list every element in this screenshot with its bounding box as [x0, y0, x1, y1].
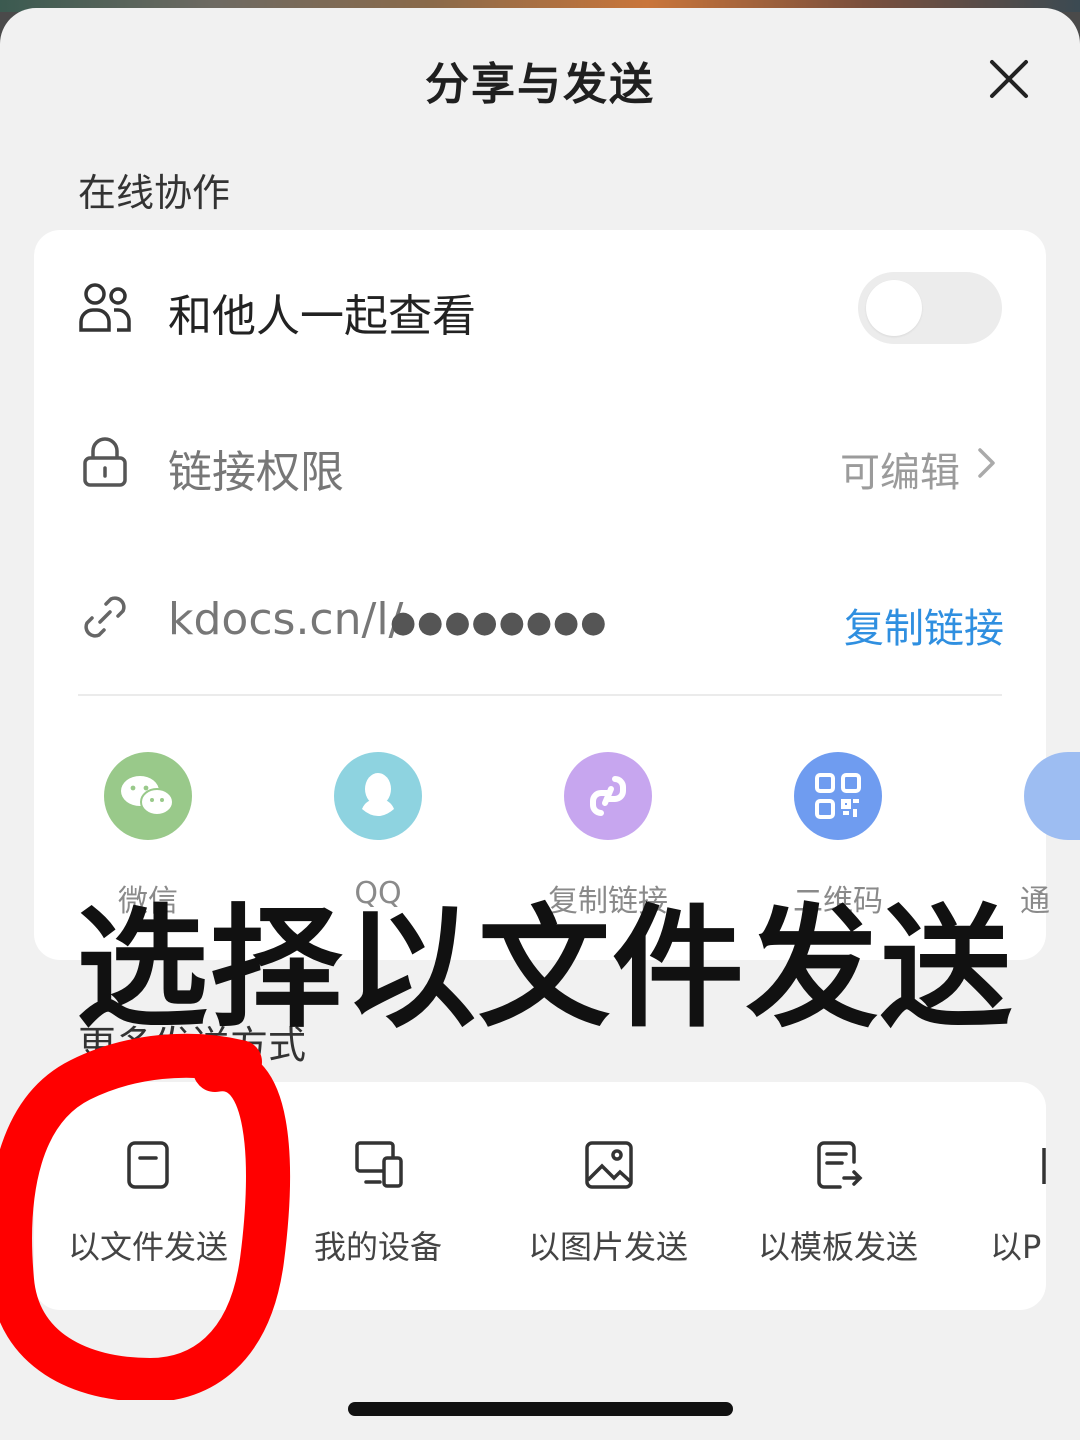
- send-as-image-label[interactable]: 以图片发送: [498, 1222, 718, 1268]
- lock-icon: [82, 436, 128, 492]
- people-icon: [78, 280, 134, 340]
- toggle-knob: [866, 280, 922, 336]
- qq-icon[interactable]: [334, 752, 422, 840]
- close-icon[interactable]: [982, 52, 1036, 106]
- devices-icon[interactable]: [354, 1140, 404, 1194]
- send-as-template-label[interactable]: 以模板发送: [728, 1222, 948, 1268]
- share-label-contact: 通: [1020, 884, 1050, 919]
- sheet-title: 分享与发送: [425, 59, 655, 110]
- card-divider: [78, 694, 1002, 696]
- pdf-icon[interactable]: [1040, 1146, 1048, 1190]
- template-icon[interactable]: [816, 1140, 864, 1194]
- qrcode-icon[interactable]: [794, 752, 882, 840]
- view-together-toggle[interactable]: [858, 272, 1002, 344]
- image-icon[interactable]: [584, 1140, 634, 1194]
- link-icon: [78, 590, 132, 648]
- link-url-masked: ●●●●●●●●: [390, 605, 608, 640]
- link-permission-label[interactable]: 链接权限: [168, 436, 344, 500]
- chevron-right-icon[interactable]: [976, 446, 998, 484]
- mini-link-icon[interactable]: [564, 752, 652, 840]
- home-indicator: [348, 1402, 733, 1416]
- wechat-icon[interactable]: [104, 752, 192, 840]
- my-devices-label[interactable]: 我的设备: [268, 1222, 488, 1268]
- annotation-highlight-circle: [0, 1020, 300, 1404]
- copy-link-button[interactable]: 复制链接: [844, 596, 1004, 654]
- link-url: kdocs.cn/l/: [168, 594, 404, 645]
- view-together-label: 和他人一起查看: [168, 291, 476, 342]
- send-as-pdf-label[interactable]: 以P: [990, 1222, 1050, 1268]
- link-permission-value[interactable]: 可编辑: [840, 440, 960, 498]
- section-online-collab: 在线协作: [78, 171, 231, 215]
